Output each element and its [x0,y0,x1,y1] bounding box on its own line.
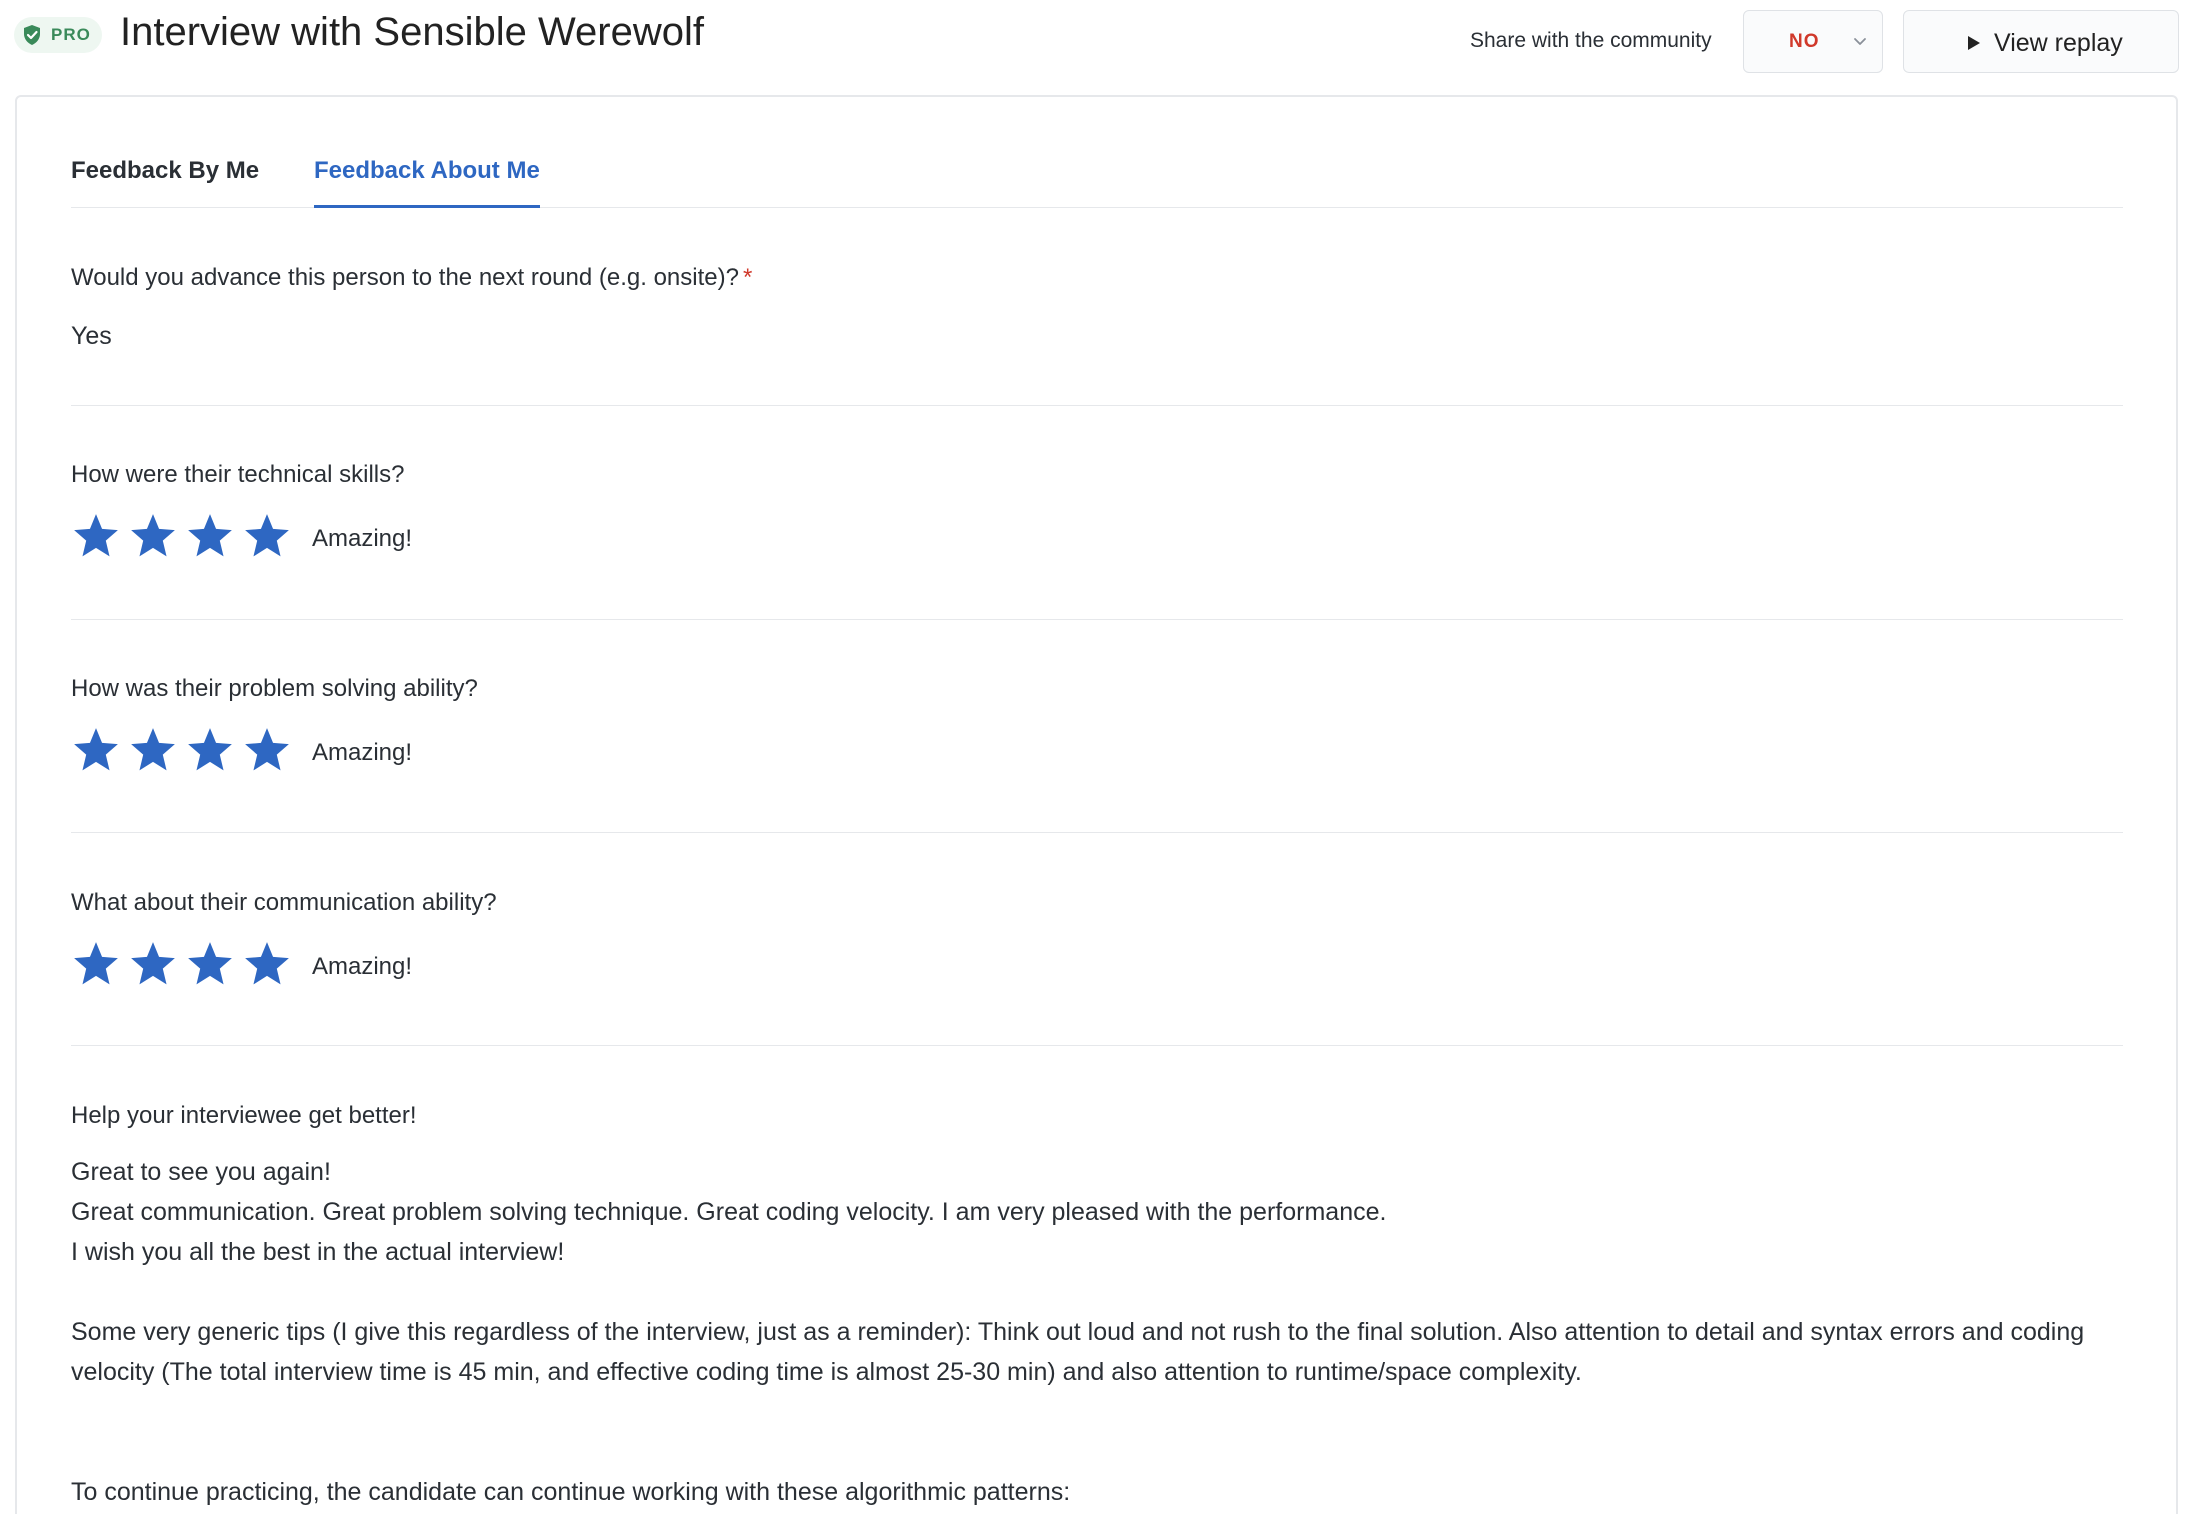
tab-feedback-by-me[interactable]: Feedback By Me [71,157,259,208]
advance-question-text: Would you advance this person to the nex… [71,264,739,291]
rating-label: Amazing! [312,739,413,766]
play-icon [1968,36,1980,50]
advance-answer: Yes [71,322,112,350]
divider [71,1045,2123,1046]
page: PRO Interview with Sensible Werewolf Sha… [0,0,2190,1514]
rating-question: How was their problem solving ability? [71,675,478,702]
page-title: Interview with Sensible Werewolf [120,10,704,54]
feedback-line [71,1392,2131,1432]
pro-badge: PRO [14,17,102,53]
star-icon [71,511,121,561]
advance-question: Would you advance this person to the nex… [71,264,2123,292]
star-rating: Amazing! [71,939,2123,989]
star-icon [185,939,235,989]
rating-technical: How were their technical skills? Amazing… [71,461,2123,561]
star-icon [242,725,292,775]
rating-communication: What about their communication ability? … [71,889,2123,989]
header: PRO Interview with Sensible Werewolf Sha… [0,0,2190,95]
feedback-line: To continue practicing, the candidate ca… [71,1478,1071,1506]
rating-label: Amazing! [312,525,413,552]
share-select-value: NO [1789,31,1820,52]
feedback-question: Help your interviewee get better! [71,1102,417,1129]
rating-problem-solving: How was their problem solving ability? A… [71,675,2123,775]
divider [71,405,2123,406]
rating-question: How were their technical skills? [71,461,405,488]
chevron-down-icon [1854,38,1866,45]
feedback-text: Great to see you again! Great communicat… [71,1152,2131,1512]
view-replay-button[interactable]: View replay [1903,10,2179,73]
share-community-label: Share with the community [1470,29,1712,52]
feedback-line: Some very generic tips (I give this rega… [71,1318,2085,1386]
star-rating: Amazing! [71,511,2123,561]
star-rating: Amazing! [71,725,2123,775]
feedback-line [71,1272,2131,1312]
feedback-line [71,1432,2131,1472]
rating-label: Amazing! [312,953,413,980]
feedback-line: Great to see you again! [71,1158,331,1186]
feedback-line: I wish you all the best in the actual in… [71,1238,565,1266]
required-mark: * [742,264,753,291]
star-icon [71,939,121,989]
star-icon [71,725,121,775]
star-icon [128,725,178,775]
divider [71,619,2123,620]
feedback-line: Great communication. Great problem solvi… [71,1198,1387,1226]
pro-label: PRO [51,25,91,44]
rating-question: What about their communication ability? [71,889,497,916]
tab-bar: Feedback By Me Feedback About Me [71,157,2123,208]
star-icon [242,939,292,989]
star-icon [185,511,235,561]
view-replay-label: View replay [1994,29,2123,57]
star-icon [242,511,292,561]
star-icon [128,511,178,561]
tab-feedback-about-me[interactable]: Feedback About Me [314,157,540,208]
advance-section: Would you advance this person to the nex… [71,264,2123,351]
star-icon [185,725,235,775]
feedback-section: Help your interviewee get better! Great … [71,1102,2123,1512]
shield-check-icon [24,25,40,45]
share-community-select[interactable]: NO [1743,10,1883,73]
divider [71,832,2123,833]
star-icon [128,939,178,989]
